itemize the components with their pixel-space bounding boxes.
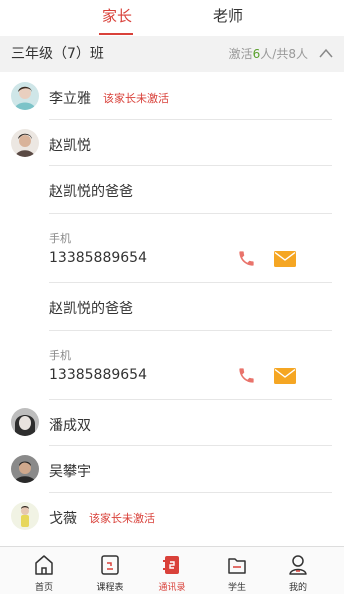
mail-icon[interactable] [274,368,296,384]
total-count: 8 [288,47,296,61]
tab-parent[interactable]: 家长 [95,0,139,36]
list-item[interactable]: 李立雅 该家长未激活 [0,72,344,120]
list-item[interactable]: 吴攀宇 [0,446,344,493]
nav-contacts[interactable]: 通讯录 [142,547,202,594]
home-icon [35,555,53,575]
phone-call-icon[interactable] [237,366,256,385]
guardian-item[interactable]: 赵凯悦的爸爸 [0,166,344,214]
avatar [11,455,39,483]
contacts-icon [163,556,179,574]
phone-item: 手机 13385889654 [0,214,344,282]
class-title: 三年级（7）班 [11,46,104,62]
avatar [11,129,39,157]
nav-label: 我的 [288,583,307,593]
parent-name: 潘成双 [49,418,91,434]
tab-active-indicator [99,33,133,35]
bottom-nav: 首页 课程表 通讯录 学生 我的 [0,546,344,594]
activation-stats: 激活6人/共8人 [228,47,308,61]
schedule-icon [101,555,119,575]
phone-call-icon[interactable] [237,249,256,268]
class-group-header[interactable]: 三年级（7）班 激活6人/共8人 [0,36,344,72]
nav-label: 课程表 [96,583,124,593]
guardian-title: 赵凯悦的爸爸 [49,301,133,317]
nav-profile[interactable]: 我的 [268,547,328,594]
phone-label: 手机 [49,232,71,245]
student-folder-icon [228,558,246,574]
inactive-badge: 该家长未激活 [89,512,155,525]
phone-number: 13385889654 [49,367,147,383]
parent-name: 戈薇 [49,511,77,527]
profile-icon [289,555,307,575]
phone-number: 13385889654 [49,250,147,266]
chevron-up-icon[interactable] [319,48,333,58]
mail-icon[interactable] [274,251,296,267]
avatar [11,502,39,530]
list-item[interactable]: 戈薇 该家长未激活 [0,493,344,541]
phone-label: 手机 [49,349,71,362]
nav-student[interactable]: 学生 [207,547,267,594]
nav-schedule[interactable]: 课程表 [80,547,140,594]
nav-home[interactable]: 首页 [14,547,74,594]
nav-label: 通讯录 [158,583,186,593]
guardian-title: 赵凯悦的爸爸 [49,184,133,200]
guardian-item[interactable]: 赵凯悦的爸爸 [0,283,344,331]
list-item[interactable]: 赵凯悦 [0,120,344,166]
parent-name: 吴攀宇 [49,464,91,480]
phone-item: 手机 13385889654 [0,331,344,399]
avatar [11,408,39,436]
inactive-badge: 该家长未激活 [103,92,169,105]
tab-teacher[interactable]: 老师 [206,0,250,36]
nav-label: 学生 [227,583,246,593]
avatar [11,82,39,110]
parent-name: 赵凯悦 [49,138,91,154]
parent-name: 李立雅 [49,91,91,107]
nav-label: 首页 [34,583,53,593]
list-item[interactable]: 潘成双 [0,400,344,446]
top-tab-bar: 家长 老师 [0,0,344,36]
